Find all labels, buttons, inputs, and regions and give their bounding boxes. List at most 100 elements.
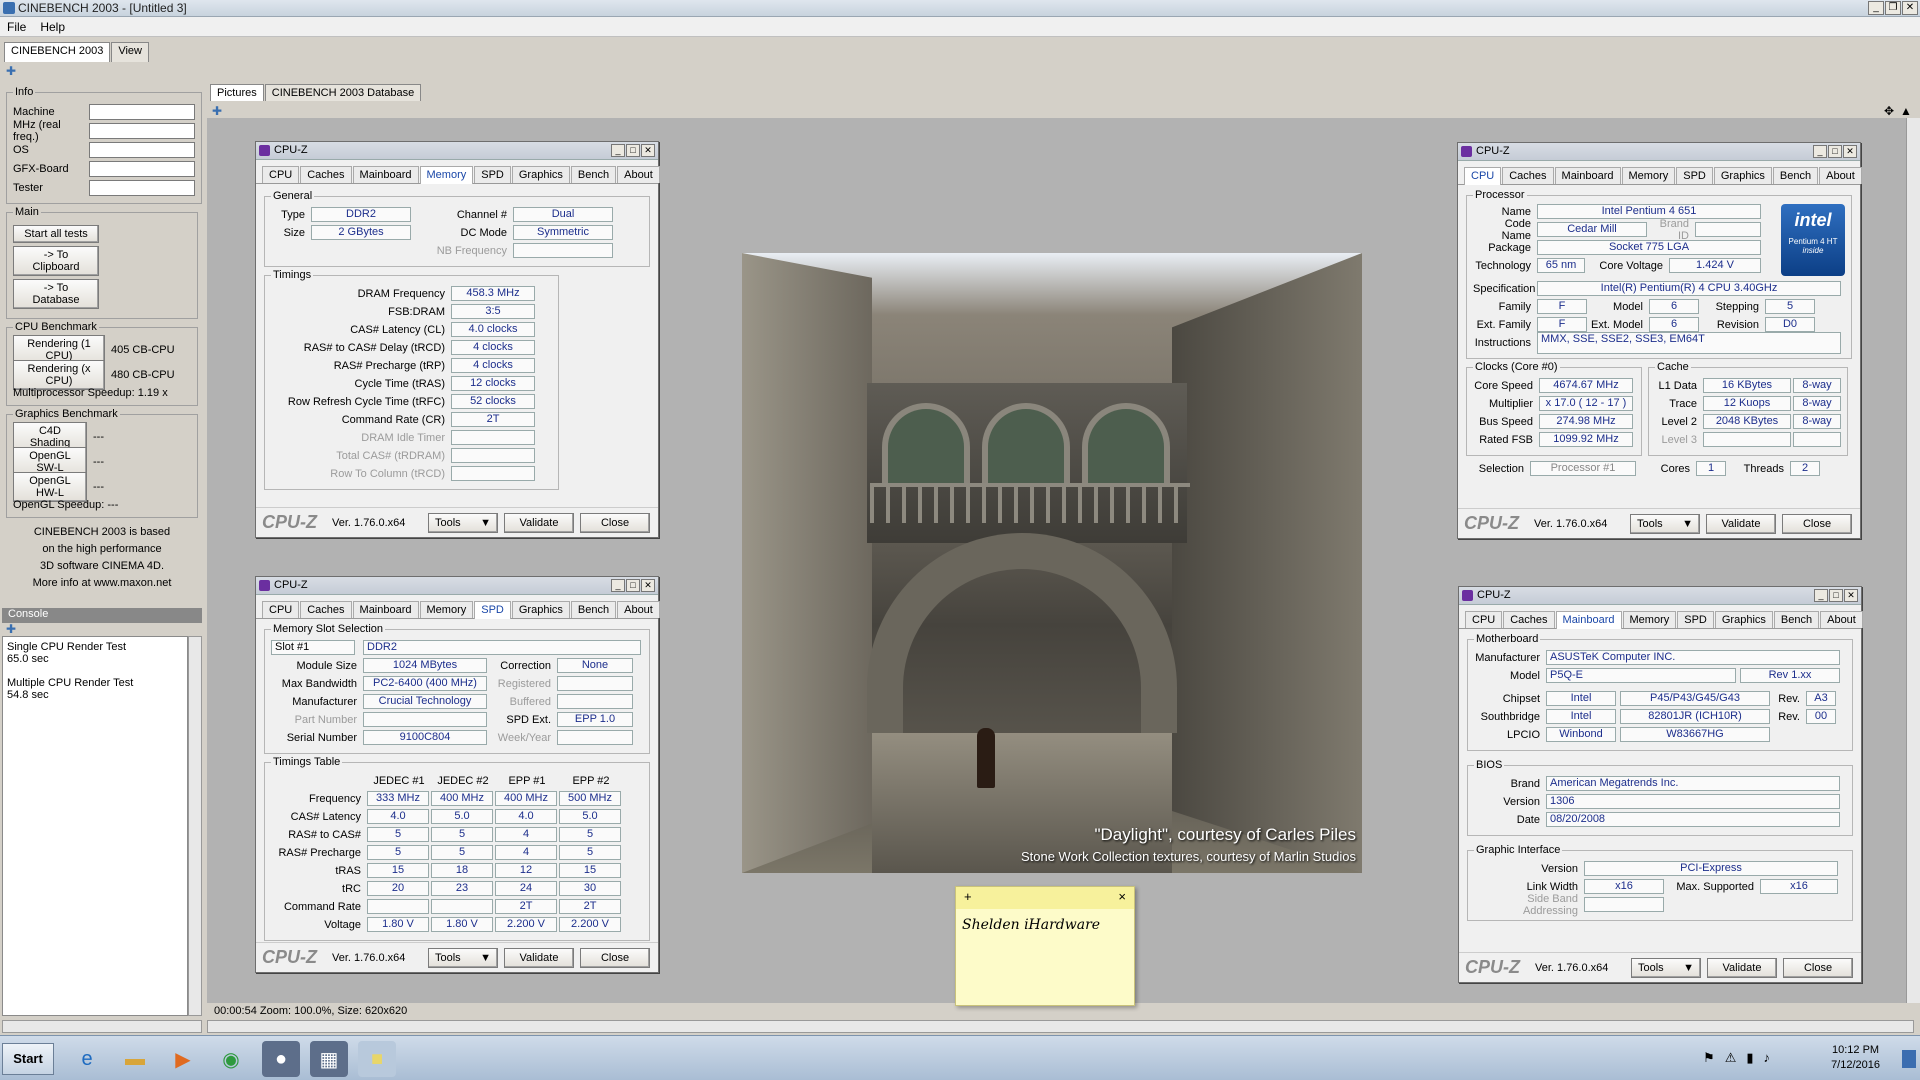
tab-bench[interactable]: Bench — [1773, 611, 1820, 628]
warning-icon[interactable]: ▲ — [1900, 104, 1912, 118]
tray-volume-icon[interactable]: ♪ — [1764, 1050, 1771, 1066]
tab-bench[interactable]: Bench — [570, 601, 617, 618]
close-window-button[interactable]: Close — [580, 512, 650, 533]
close-button[interactable]: ✕ — [1843, 145, 1857, 158]
close-button[interactable]: ✕ — [1902, 1, 1918, 15]
note-close-icon[interactable]: × — [1118, 889, 1126, 907]
tab-memory[interactable]: Memory — [1622, 611, 1677, 628]
tools-button[interactable]: Tools ▼ — [428, 947, 498, 968]
show-desktop-button[interactable] — [1902, 1050, 1916, 1068]
to-clipboard-button[interactable]: -> To Clipboard — [13, 246, 99, 276]
tab-mainboard[interactable]: Mainboard — [1554, 167, 1621, 184]
internet-explorer-icon[interactable]: e — [68, 1041, 106, 1077]
picture-pin-icon[interactable]: ✚ — [212, 104, 222, 118]
move-icon[interactable]: ✥ — [1884, 104, 1894, 118]
tab-cpu[interactable]: CPU — [1465, 611, 1503, 628]
canvas-hscrollbar[interactable] — [207, 1020, 1914, 1033]
minimize-button[interactable]: _ — [1868, 1, 1884, 15]
start-all-tests-button[interactable]: Start all tests — [13, 225, 99, 243]
cinebench-icon[interactable]: ● — [262, 1041, 300, 1077]
tab-mainboard[interactable]: Mainboard — [1555, 611, 1622, 629]
maximize-button[interactable]: □ — [626, 144, 640, 157]
tab-memory[interactable]: Memory — [419, 166, 474, 184]
tab-mainboard[interactable]: Mainboard — [352, 601, 419, 618]
close-button[interactable]: ✕ — [641, 144, 655, 157]
sticky-note[interactable]: + × Shelden iHardware — [955, 886, 1135, 1006]
tab-database[interactable]: CINEBENCH 2003 Database — [264, 84, 422, 101]
sidebar-hscrollbar[interactable] — [2, 1020, 202, 1033]
slot-select[interactable]: Slot #1 — [271, 640, 355, 655]
tools-button[interactable]: Tools ▼ — [1631, 957, 1701, 978]
start-button[interactable]: Start — [2, 1043, 54, 1075]
tab-memory[interactable]: Memory — [419, 601, 474, 618]
close-button[interactable]: ✕ — [1844, 589, 1858, 602]
tab-about[interactable]: About — [617, 166, 660, 183]
tab-caches[interactable]: Caches — [300, 166, 352, 183]
tab-caches[interactable]: Caches — [1503, 611, 1555, 628]
cpuz-taskbar-icon[interactable]: ▦ — [310, 1041, 348, 1077]
processor-select[interactable]: Processor #1 — [1530, 461, 1636, 476]
tab-view[interactable]: View — [111, 42, 149, 62]
tools-button[interactable]: Tools ▼ — [428, 512, 498, 533]
opengl-hwl-button[interactable]: OpenGL HW-L — [13, 471, 87, 502]
console-pin-icon[interactable]: ✚ — [6, 622, 16, 636]
tab-graphics[interactable]: Graphics — [1713, 167, 1772, 184]
validate-button[interactable]: Validate — [1706, 513, 1776, 534]
to-database-button[interactable]: -> To Database — [13, 279, 99, 309]
close-window-button[interactable]: Close — [1782, 513, 1852, 534]
menu-file[interactable]: File — [7, 20, 26, 34]
chrome-icon[interactable]: ◉ — [212, 1041, 250, 1077]
tab-graphics[interactable]: Graphics — [511, 166, 570, 183]
restore-button[interactable]: ❐ — [1885, 1, 1901, 15]
taskbar-clock[interactable]: 10:12 PM 7/12/2016 — [1831, 1043, 1880, 1073]
menu-help[interactable]: Help — [40, 20, 65, 34]
tab-graphics[interactable]: Graphics — [511, 601, 570, 618]
tab-graphics[interactable]: Graphics — [1714, 611, 1773, 628]
console-scrollbar[interactable] — [188, 636, 202, 1016]
pin-icon[interactable]: ✚ — [6, 64, 16, 78]
tab-cpu[interactable]: CPU — [1464, 167, 1502, 185]
note-text[interactable]: Shelden iHardware — [956, 909, 1134, 941]
maximize-button[interactable]: □ — [1828, 145, 1842, 158]
tray-alert-icon[interactable]: ⚠ — [1725, 1050, 1737, 1066]
minimize-button[interactable]: _ — [1813, 145, 1827, 158]
render-xcpu-button[interactable]: Rendering (x CPU) — [13, 359, 105, 390]
tab-about[interactable]: About — [617, 601, 660, 618]
tab-spd[interactable]: SPD — [1677, 611, 1714, 628]
tab-caches[interactable]: Caches — [1502, 167, 1554, 184]
tab-cpu[interactable]: CPU — [262, 166, 300, 183]
console-output[interactable]: Single CPU Render Test 65.0 sec Multiple… — [2, 636, 188, 1016]
tab-cpu[interactable]: CPU — [262, 601, 300, 618]
close-window-button[interactable]: Close — [580, 947, 650, 968]
validate-button[interactable]: Validate — [504, 947, 574, 968]
maximize-button[interactable]: □ — [626, 579, 640, 592]
validate-button[interactable]: Validate — [504, 512, 574, 533]
canvas-vscrollbar[interactable] — [1906, 118, 1920, 1003]
machine-input[interactable] — [89, 103, 195, 120]
sticky-notes-icon[interactable]: ■ — [358, 1041, 396, 1077]
tray-network-icon[interactable]: ⚑ — [1703, 1050, 1715, 1066]
mhz-input[interactable] — [89, 122, 195, 139]
tab-mainboard[interactable]: Mainboard — [352, 166, 419, 183]
tab-bench[interactable]: Bench — [570, 166, 617, 183]
tab-pictures[interactable]: Pictures — [210, 84, 264, 101]
tray-battery-icon[interactable]: ▮ — [1746, 1050, 1753, 1066]
maximize-button[interactable]: □ — [1829, 589, 1843, 602]
tab-memory[interactable]: Memory — [1621, 167, 1676, 184]
tools-button[interactable]: Tools ▼ — [1630, 513, 1700, 534]
note-add-icon[interactable]: + — [964, 889, 972, 907]
tab-spd[interactable]: SPD — [1676, 167, 1713, 184]
close-window-button[interactable]: Close — [1783, 957, 1853, 978]
tab-spd[interactable]: SPD — [474, 601, 511, 619]
gfx-input[interactable] — [89, 160, 195, 177]
media-player-icon[interactable]: ▶ — [164, 1041, 202, 1077]
explorer-folder-icon[interactable]: ▬ — [116, 1041, 154, 1077]
tab-spd[interactable]: SPD — [474, 166, 511, 183]
tab-caches[interactable]: Caches — [300, 601, 352, 618]
os-input[interactable] — [89, 141, 195, 158]
minimize-button[interactable]: _ — [611, 579, 625, 592]
validate-button[interactable]: Validate — [1707, 957, 1777, 978]
tab-about[interactable]: About — [1819, 167, 1862, 184]
minimize-button[interactable]: _ — [1814, 589, 1828, 602]
minimize-button[interactable]: _ — [611, 144, 625, 157]
